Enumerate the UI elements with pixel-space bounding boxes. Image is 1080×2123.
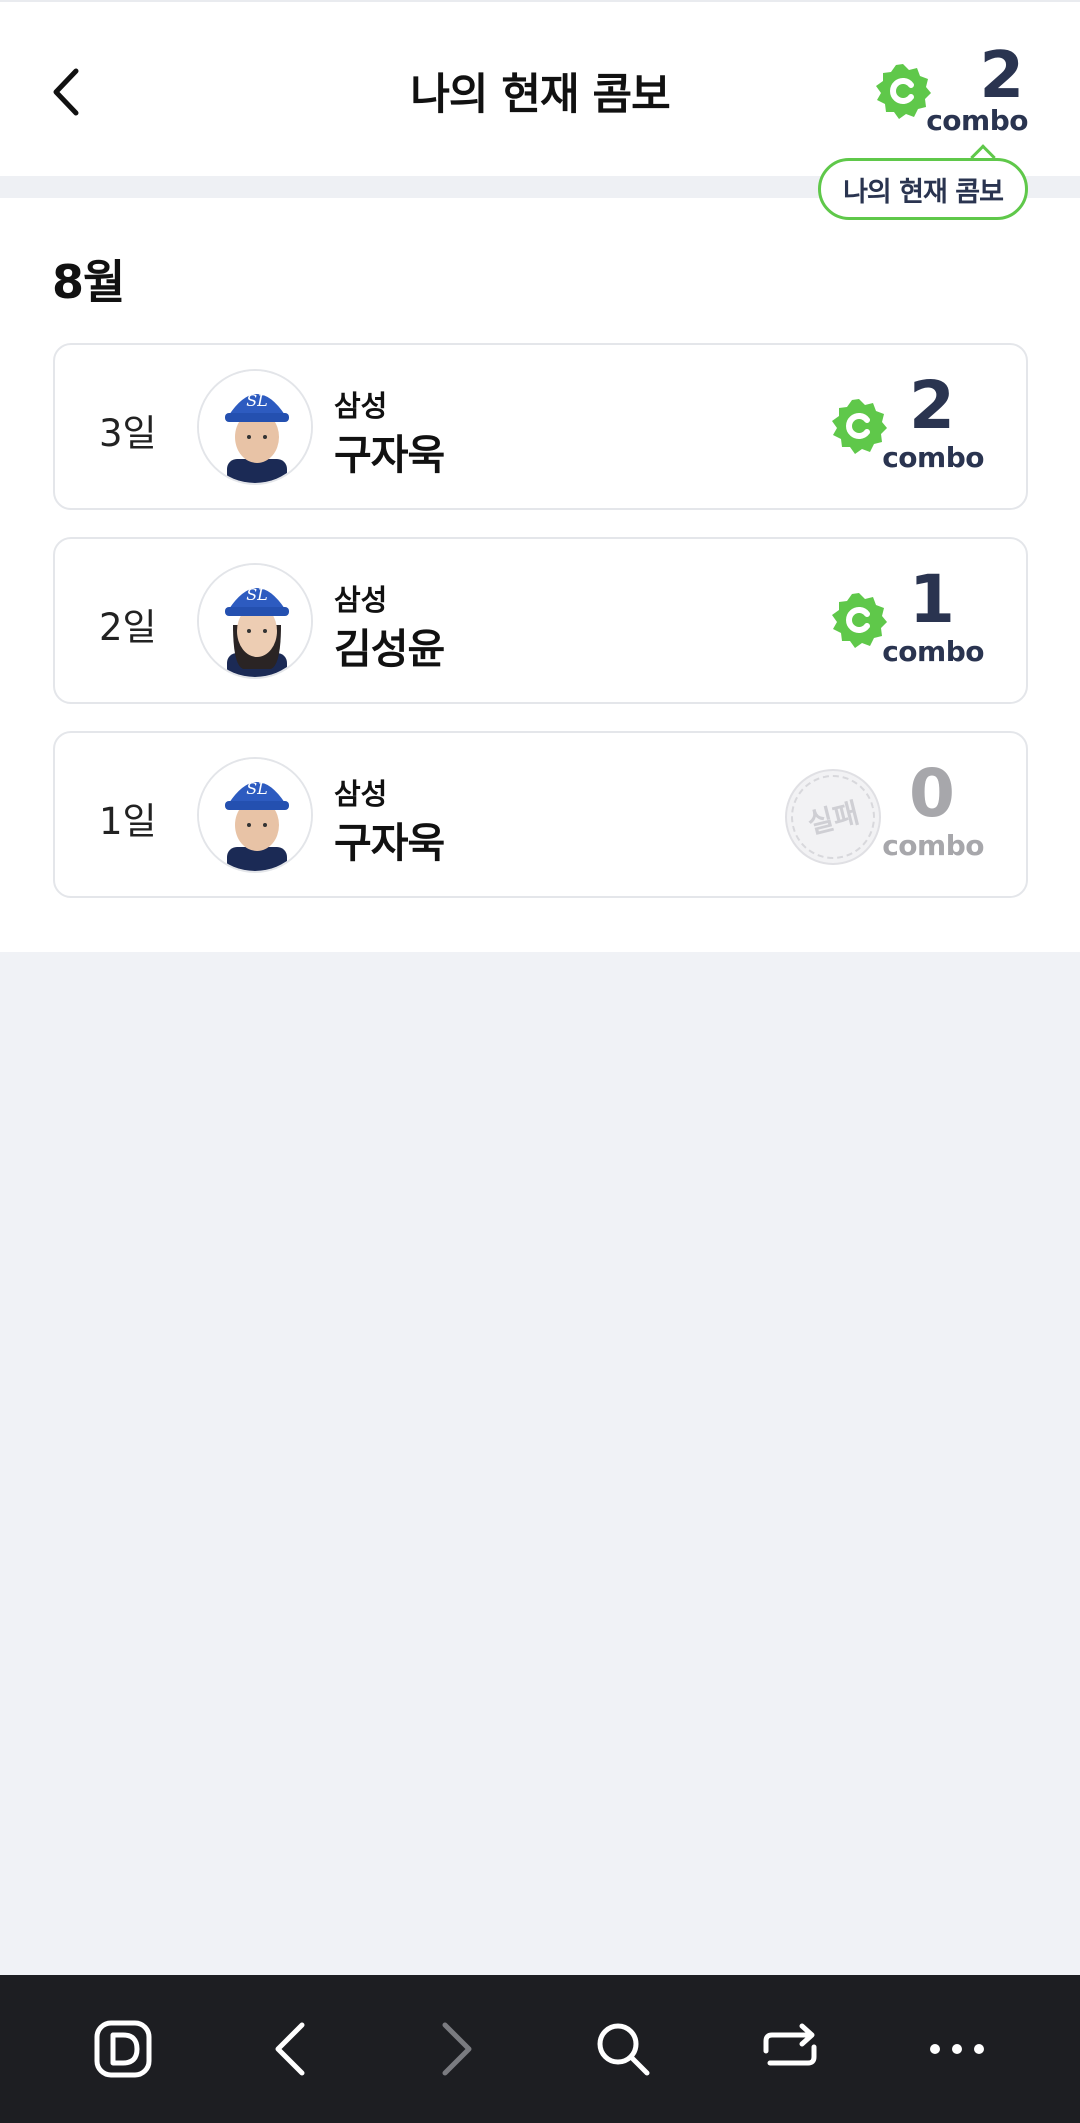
combo-label: combo [882,635,984,668]
entry-day: 1일 [99,800,157,843]
fail-badge-text: 실패 [782,766,884,868]
browser-logo-icon [94,2020,152,2078]
combo-badge-icon [832,593,887,648]
back-arrow-icon [275,2022,305,2076]
browser-more-button[interactable] [912,2004,1002,2094]
more-icon [929,2044,984,2054]
player-name: 구자욱 [334,431,445,479]
search-icon [597,2023,650,2076]
browser-forward-button[interactable] [412,2004,502,2094]
combo-count: 2 [979,39,1024,113]
browser-bottom-bar [0,1975,1080,2123]
svg-text:SL: SL [246,391,268,410]
combo-history: 8월 3일 SL 삼성 구자욱 2 combo 2일 SL 삼성 김성윤 1 c… [0,198,1080,952]
svg-text:SL: SL [246,585,268,604]
month-heading: 8월 [52,255,125,309]
app-header: 나의 현재 콤보 2 combo [0,0,1080,176]
current-combo-indicator[interactable]: 2 combo [874,42,1034,138]
combo-label: combo [882,829,984,862]
combo-badge-icon [876,64,931,119]
player-name: 김성윤 [334,625,445,673]
player-name: 구자욱 [334,819,445,867]
combo-entry-card[interactable]: 3일 SL 삼성 구자욱 2 combo [53,343,1028,510]
team-name: 삼성 [334,777,388,811]
team-name: 삼성 [334,583,388,617]
browser-search-button[interactable] [578,2004,668,2094]
combo-entry-card[interactable]: 2일 SL 삼성 김성윤 1 combo [53,537,1028,704]
combo-label: combo [926,104,1028,137]
player-avatar: SL [197,563,313,679]
current-combo-tooltip: 나의 현재 콤보 [818,158,1028,220]
browser-switch-button[interactable] [745,2004,835,2094]
combo-label: combo [882,441,984,474]
player-avatar: SL [197,757,313,873]
browser-home-button[interactable] [78,2004,168,2094]
forward-arrow-icon [442,2022,472,2076]
svg-text:SL: SL [246,779,268,798]
combo-count: 0 [909,755,955,832]
fail-badge-icon: 실패 [782,766,884,868]
page: 나의 현재 콤보 2 combo 8월 3일 SL 삼성 구자욱 2 combo… [0,0,1080,2123]
switch-icon [763,2023,817,2066]
player-avatar: SL [197,369,313,485]
combo-count: 1 [909,561,955,638]
entry-day: 2일 [99,606,157,649]
combo-entry-card[interactable]: 1일 SL 삼성 구자욱 실패 0 combo [53,731,1028,898]
browser-back-button[interactable] [245,2004,335,2094]
combo-count: 2 [909,367,955,444]
combo-badge-icon [832,399,887,454]
entry-day: 3일 [99,412,157,455]
team-name: 삼성 [334,389,388,423]
